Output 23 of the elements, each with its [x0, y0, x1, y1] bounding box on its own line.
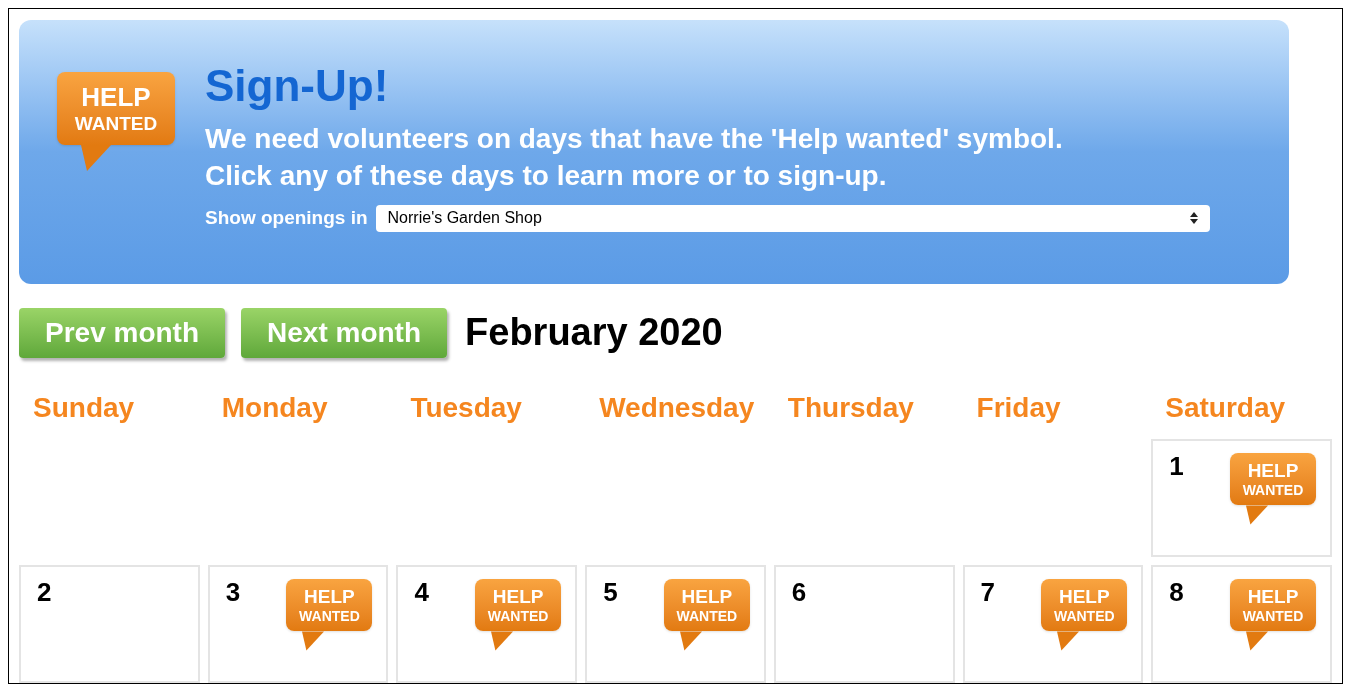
weekday-label: Sunday	[33, 392, 135, 423]
weekday-label: Thursday	[787, 392, 914, 423]
day-cell[interactable]: 2	[19, 565, 200, 683]
weekday-label: Wednesday	[599, 392, 755, 423]
month-title: February 2020	[465, 310, 723, 355]
weekday-label: Friday	[976, 392, 1061, 423]
day-cell[interactable]: 1 HELP WANTED	[1151, 439, 1332, 557]
day-cell[interactable]: 3 HELP WANTED	[207, 565, 389, 683]
filter-label: Show openings in	[205, 206, 368, 230]
intro-text: Click any of these days to learn more or to sign-up.	[205, 159, 888, 193]
page-title: Sign-Up!	[205, 64, 390, 108]
weekday-label: Tuesday	[410, 392, 522, 423]
location-select[interactable]: Norrie's Garden Shop	[375, 204, 1210, 232]
day-cell[interactable]: 7 HELP WANTED	[962, 565, 1144, 683]
day-cell[interactable]: 4 HELP WANTED	[396, 565, 578, 683]
intro-text: We need volunteers on days that have the 'Help wanted' symbol.	[205, 122, 1064, 156]
weekday-label: Saturday	[1165, 392, 1286, 423]
day-cell[interactable]: 8 HELP WANTED	[1151, 565, 1332, 683]
day-cell[interactable]: 5 HELP WANTED	[585, 565, 766, 683]
help-wanted-badge: HELP WANTED	[57, 72, 175, 284]
day-cell[interactable]: 6	[773, 565, 955, 683]
updown-arrows-icon	[1189, 212, 1198, 225]
weekday-label: Monday	[221, 392, 328, 423]
